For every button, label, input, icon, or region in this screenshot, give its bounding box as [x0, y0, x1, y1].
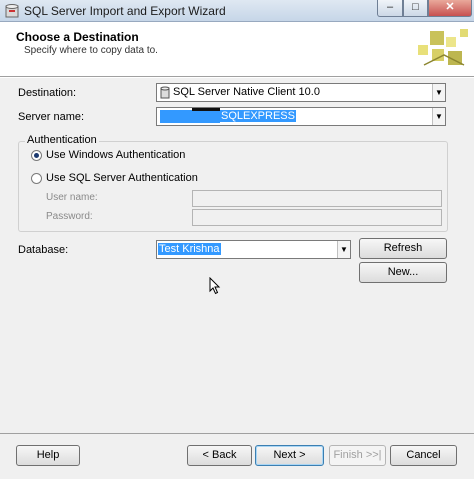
server-name-value: SQLEXPRESS	[220, 110, 296, 122]
maximize-button[interactable]: □	[403, 0, 428, 17]
password-input[interactable]	[192, 209, 442, 226]
user-name-label: User name:	[46, 192, 98, 203]
server-name-highlight	[160, 110, 220, 123]
windows-auth-radio[interactable]	[31, 150, 42, 161]
destination-dropdown[interactable]: SQL Server Native Client 10.0 ▼	[156, 83, 446, 102]
help-button[interactable]: Help	[16, 445, 80, 466]
windows-auth-label[interactable]: Use Windows Authentication	[46, 149, 185, 161]
server-name-dropdown[interactable]: SQLEXPRESS ▼	[156, 107, 446, 126]
window-title: SQL Server Import and Export Wizard	[24, 4, 226, 18]
chevron-down-icon[interactable]: ▼	[337, 241, 350, 258]
chevron-down-icon[interactable]: ▼	[432, 84, 445, 101]
destination-label: Destination:	[18, 87, 77, 99]
minimize-button[interactable]: –	[377, 0, 403, 17]
user-name-input[interactable]	[192, 190, 442, 207]
back-button[interactable]: < Back	[187, 445, 252, 466]
page-subtitle: Specify where to copy data to.	[24, 45, 158, 56]
new-database-button[interactable]: New...	[359, 262, 447, 283]
password-label: Password:	[46, 211, 93, 222]
cancel-button[interactable]: Cancel	[390, 445, 457, 466]
server-name-redaction	[192, 108, 220, 111]
chevron-down-icon[interactable]: ▼	[432, 108, 445, 125]
mouse-pointer-icon	[209, 277, 221, 295]
next-button[interactable]: Next >	[255, 445, 324, 466]
sql-auth-radio[interactable]	[31, 173, 42, 184]
sql-server-app-icon	[5, 4, 19, 18]
destination-value: SQL Server Native Client 10.0	[173, 86, 320, 98]
database-value: Test Krishna	[158, 243, 221, 255]
database-label: Database:	[18, 244, 69, 256]
radio-selected-dot	[34, 153, 39, 158]
database-provider-icon	[160, 86, 170, 99]
wizard-header: Choose a Destination Specify where to co…	[0, 23, 474, 77]
refresh-button[interactable]: Refresh	[359, 238, 447, 259]
server-name-label: Server name:	[18, 111, 85, 123]
authentication-legend: Authentication	[25, 134, 99, 146]
title-bar[interactable]: SQL Server Import and Export Wizard – □ …	[0, 0, 474, 22]
finish-button[interactable]: Finish >>|	[329, 445, 386, 466]
page-title: Choose a Destination	[16, 30, 139, 44]
database-dropdown[interactable]: Test Krishna ▼	[156, 240, 351, 259]
wizard-graphic-icon	[414, 25, 470, 73]
close-button[interactable]: ✕	[428, 0, 472, 17]
sql-auth-label[interactable]: Use SQL Server Authentication	[46, 172, 198, 184]
